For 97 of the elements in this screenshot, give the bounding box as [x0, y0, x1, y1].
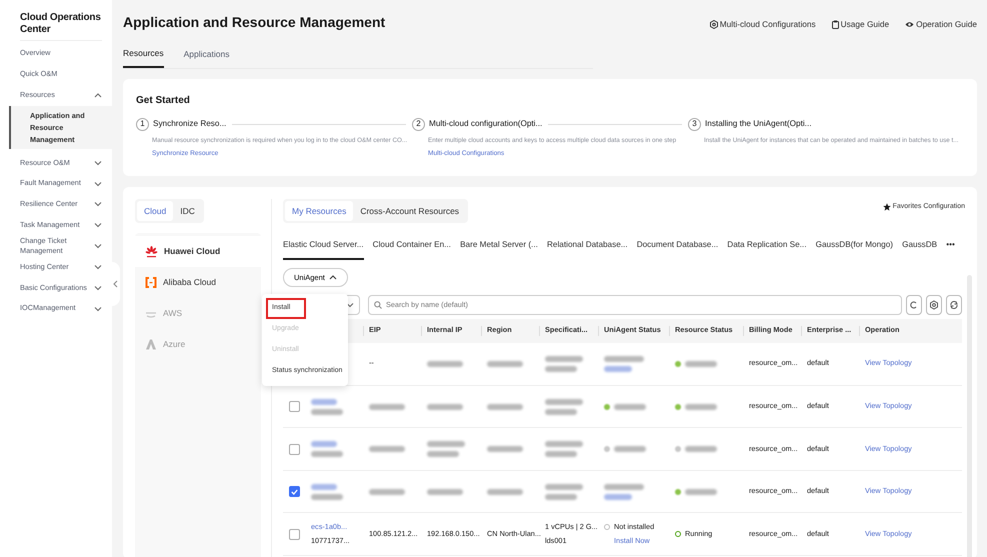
- row-checkbox[interactable]: [289, 486, 300, 498]
- category-tab[interactable]: GaussDB(for Mongo): [816, 239, 893, 258]
- blurred-text: [369, 488, 405, 495]
- header-link[interactable]: Multi-cloud Configurations: [710, 18, 816, 30]
- blurred-text: [427, 451, 459, 458]
- star-icon: [882, 202, 891, 211]
- category-tab[interactable]: Data Replication Se...: [727, 239, 806, 258]
- page-tab[interactable]: Resources: [123, 46, 164, 68]
- blurred-text: [545, 494, 577, 500]
- header-link[interactable]: Usage Guide: [832, 18, 890, 30]
- blurred-text: [545, 408, 577, 415]
- category-tab[interactable]: Cloud Container En...: [372, 239, 451, 258]
- flower-icon: [145, 246, 158, 258]
- blurred-text: [427, 404, 463, 410]
- chevron-up-icon: [94, 92, 102, 98]
- chevron-down-icon: [94, 264, 102, 270]
- category-tab[interactable]: Bare Metal Server (...: [460, 239, 538, 258]
- blurred-text: [487, 446, 523, 452]
- category-tab[interactable]: Elastic Cloud Server...: [283, 239, 364, 260]
- step-title: Installing the UniAgent(Opti...: [705, 118, 812, 130]
- triangle-a-icon: [145, 339, 157, 350]
- chevron-down-icon: [94, 243, 102, 250]
- chevron-down-icon: [94, 180, 102, 187]
- segment-tab[interactable]: Cross-Account Resources: [353, 200, 466, 222]
- blurred-text: [427, 441, 465, 448]
- chevron-up-icon: [328, 274, 337, 280]
- category-tab[interactable]: GaussDB: [902, 239, 938, 258]
- step-number: 3: [688, 118, 701, 131]
- cloud-logo-icon: [145, 310, 157, 318]
- step-number: 2: [412, 118, 425, 131]
- blurred-text: [604, 484, 644, 490]
- blurred-text: [614, 404, 646, 410]
- blurred-text: [614, 446, 646, 452]
- blurred-text: [545, 366, 577, 372]
- chevron-down-icon: [94, 222, 102, 228]
- step-number: 1: [136, 118, 149, 131]
- blurred-text: [311, 451, 343, 458]
- blurred-text: [545, 398, 583, 405]
- chevron-down-icon: [94, 201, 102, 208]
- blurred-text: [311, 494, 343, 500]
- blurred-text: [311, 484, 337, 490]
- category-tab[interactable]: Document Database...: [636, 239, 718, 258]
- category-tab[interactable]: Relational Database...: [547, 239, 628, 258]
- clipboard-icon: [832, 20, 839, 29]
- settings-icon: [929, 300, 939, 310]
- more-button[interactable]: •••: [946, 239, 955, 258]
- row-checkbox[interactable]: [289, 444, 300, 455]
- blurred-text: [487, 404, 523, 410]
- blurred-text: [311, 441, 337, 448]
- chevron-down-icon: [94, 284, 102, 291]
- refresh-button[interactable]: [906, 294, 922, 315]
- blurred-text: [685, 404, 717, 410]
- blurred-text: [427, 360, 463, 367]
- bracket-icon: [145, 277, 157, 288]
- eye-icon: [905, 20, 914, 28]
- row-checkbox[interactable]: [289, 528, 300, 540]
- settings-button[interactable]: [926, 294, 942, 315]
- refresh-icon: [909, 300, 919, 310]
- chevron-down-icon: [94, 160, 102, 166]
- hexagon-gear-icon: [710, 20, 718, 29]
- blurred-text: [685, 360, 717, 367]
- check-icon: [291, 488, 298, 495]
- section-title: Get Started: [136, 94, 191, 108]
- blurred-text: [487, 488, 523, 495]
- sync-button[interactable]: [946, 294, 962, 315]
- step-title: Multi-cloud configuration(Opti...: [429, 118, 542, 130]
- page-tab[interactable]: Applications: [184, 46, 230, 68]
- blurred-text: [487, 360, 523, 367]
- provider-item[interactable]: Huawei Cloud: [135, 236, 261, 268]
- sync-icon: [949, 300, 959, 310]
- blurred-text: [369, 404, 405, 410]
- chevron-down-icon: [346, 302, 354, 308]
- blurred-text: [369, 446, 405, 452]
- blurred-text: [604, 494, 632, 500]
- blurred-text: [545, 451, 577, 458]
- segment-tab[interactable]: My Resources: [285, 200, 354, 222]
- sidebar-title: Cloud Operations Center: [20, 12, 102, 41]
- blurred-text: [604, 366, 632, 372]
- blurred-text: [545, 484, 583, 490]
- row-checkbox[interactable]: [289, 401, 300, 412]
- blurred-text: [311, 398, 337, 405]
- blurred-text: [604, 356, 644, 362]
- page-title: Application and Resource Management: [123, 14, 386, 31]
- blurred-text: [545, 441, 583, 448]
- segment-tab[interactable]: IDC: [173, 200, 202, 222]
- search-icon: [374, 300, 382, 309]
- chevron-left-icon: [112, 280, 118, 288]
- provider-item[interactable]: Alibaba Cloud: [135, 267, 261, 298]
- blurred-text: [311, 408, 343, 415]
- header-link[interactable]: Operation Guide: [905, 18, 977, 30]
- blurred-text: [427, 488, 463, 495]
- chevron-down-icon: [94, 306, 102, 312]
- blurred-text: [685, 446, 717, 452]
- segment-tab[interactable]: Cloud: [137, 200, 174, 222]
- step-title: Synchronize Reso...: [153, 118, 226, 130]
- blurred-text: [685, 488, 717, 495]
- blurred-text: [545, 356, 583, 362]
